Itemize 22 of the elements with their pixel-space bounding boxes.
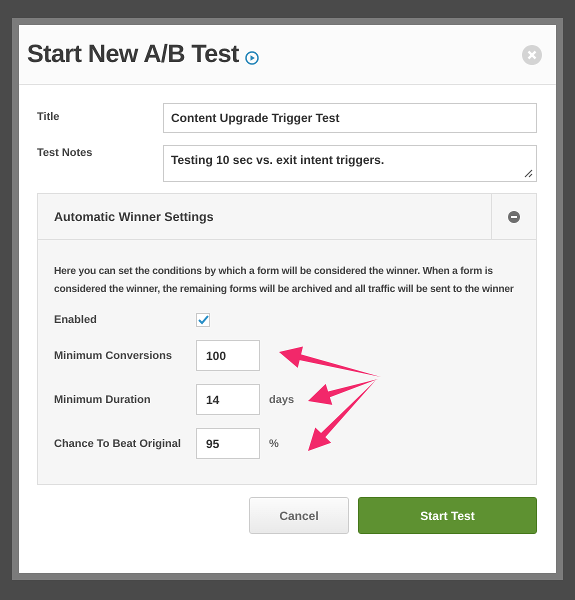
notes-textarea[interactable]: Testing 10 sec vs. exit intent triggers. xyxy=(163,145,537,182)
minus-icon xyxy=(508,210,520,222)
dialog-title: Start New A/B Test xyxy=(27,40,239,69)
setting-label: Enabled xyxy=(54,314,98,326)
play-icon[interactable] xyxy=(244,50,259,64)
field-label: Title xyxy=(37,110,60,123)
number-input[interactable]: 100 xyxy=(196,340,260,371)
description-text: Here you can set the conditions by which a form will be considered the winner. When a form is considered the winner, the remaining forms will be archived and all traffic will be sent to the winner xyxy=(54,265,515,297)
setting-label: Chance To Beat Original xyxy=(54,438,182,450)
cancel-button[interactable]: Cancel xyxy=(249,497,349,534)
number-input[interactable]: 14 xyxy=(196,384,260,415)
start-test-button[interactable]: Start Test xyxy=(358,497,537,534)
title-input[interactable]: Content Upgrade Trigger Test xyxy=(163,103,537,133)
resize-grip-icon[interactable] xyxy=(524,169,533,178)
field-label: Test Notes xyxy=(37,146,94,159)
number-input[interactable]: 95 xyxy=(196,428,260,459)
setting-label: Minimum Conversions xyxy=(54,350,173,362)
setting-label: Minimum Duration xyxy=(54,394,152,406)
unit-label: days xyxy=(269,394,294,406)
enabled-checkbox[interactable] xyxy=(196,313,210,327)
panel-title: Automatic Winner Settings xyxy=(53,208,215,226)
unit-label: % xyxy=(269,438,279,450)
